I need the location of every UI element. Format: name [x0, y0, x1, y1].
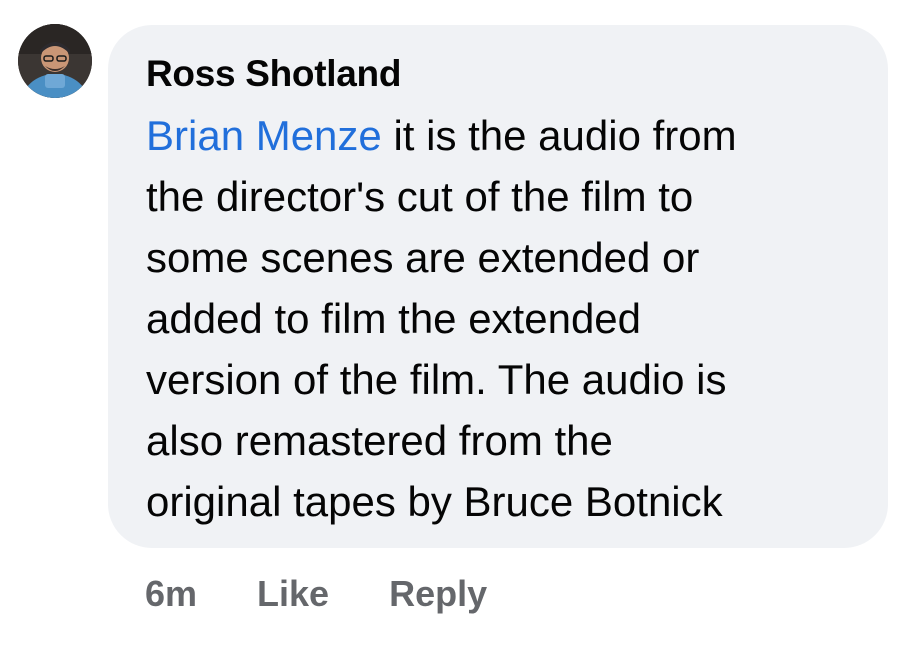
- comment-timestamp[interactable]: 6m: [145, 573, 197, 615]
- comment-line: original tapes by Bruce Botnick: [146, 478, 723, 525]
- comment-text: Brian Menze it is the audio from the dir…: [146, 105, 848, 532]
- comment-line: version of the film. The audio is: [146, 356, 727, 403]
- comment-bubble: Ross Shotland Brian Menze it is the audi…: [108, 25, 888, 548]
- comment-line-text: it is the audio from: [381, 112, 737, 159]
- comment-line: Brian Menze it is the audio from: [146, 105, 848, 166]
- comment-line: added to film the extended: [146, 295, 642, 342]
- comment-actions: 6m Like Reply: [145, 570, 487, 618]
- comment-line: the director's cut of the film to: [146, 173, 694, 220]
- mention-link[interactable]: Brian Menze: [146, 112, 382, 159]
- comment-line: also remastered from the: [146, 417, 613, 464]
- reply-button[interactable]: Reply: [389, 573, 487, 615]
- profile-photo-icon: [18, 24, 92, 98]
- comment-line: some scenes are extended or: [146, 234, 700, 281]
- like-button[interactable]: Like: [257, 573, 329, 615]
- comment-author[interactable]: Ross Shotland: [146, 51, 848, 97]
- avatar[interactable]: [18, 24, 92, 98]
